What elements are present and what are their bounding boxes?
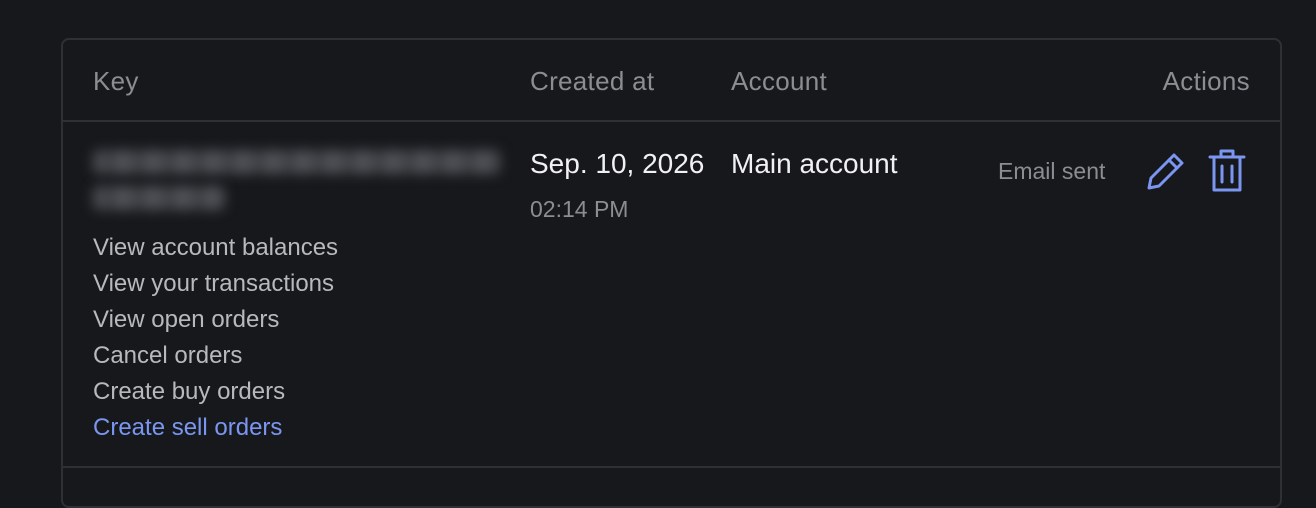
trash-icon <box>1208 149 1246 192</box>
column-header-actions: Actions <box>1162 66 1250 96</box>
table-header: Key Created at Account Actions <box>63 40 1280 122</box>
column-header-account: Account <box>731 66 828 96</box>
permission-item: View open orders <box>93 306 280 333</box>
obscured-api-key <box>93 146 503 212</box>
column-header-created-at: Created at <box>530 66 655 96</box>
api-keys-table: Key Created at Account Actions View acco… <box>61 38 1282 508</box>
table-row: View account balances View your transact… <box>63 122 1280 468</box>
edit-button[interactable] <box>1143 148 1187 194</box>
pencil-icon <box>1147 153 1184 190</box>
account-name: Main account <box>731 148 898 179</box>
column-header-key: Key <box>93 66 139 96</box>
permission-item: Cancel orders <box>93 342 243 369</box>
created-time: 02:14 PM <box>530 196 629 222</box>
status-label: Email sent <box>998 158 1106 184</box>
permission-list: View account balances View your transact… <box>93 230 338 446</box>
permission-item: View your transactions <box>93 270 335 297</box>
delete-button[interactable] <box>1205 148 1249 194</box>
created-date: Sep. 10, 2026 <box>530 148 705 179</box>
permission-item-highlighted[interactable]: Create sell orders <box>93 410 338 446</box>
permission-item: Create buy orders <box>93 378 286 405</box>
permission-item: View account balances <box>93 234 339 261</box>
